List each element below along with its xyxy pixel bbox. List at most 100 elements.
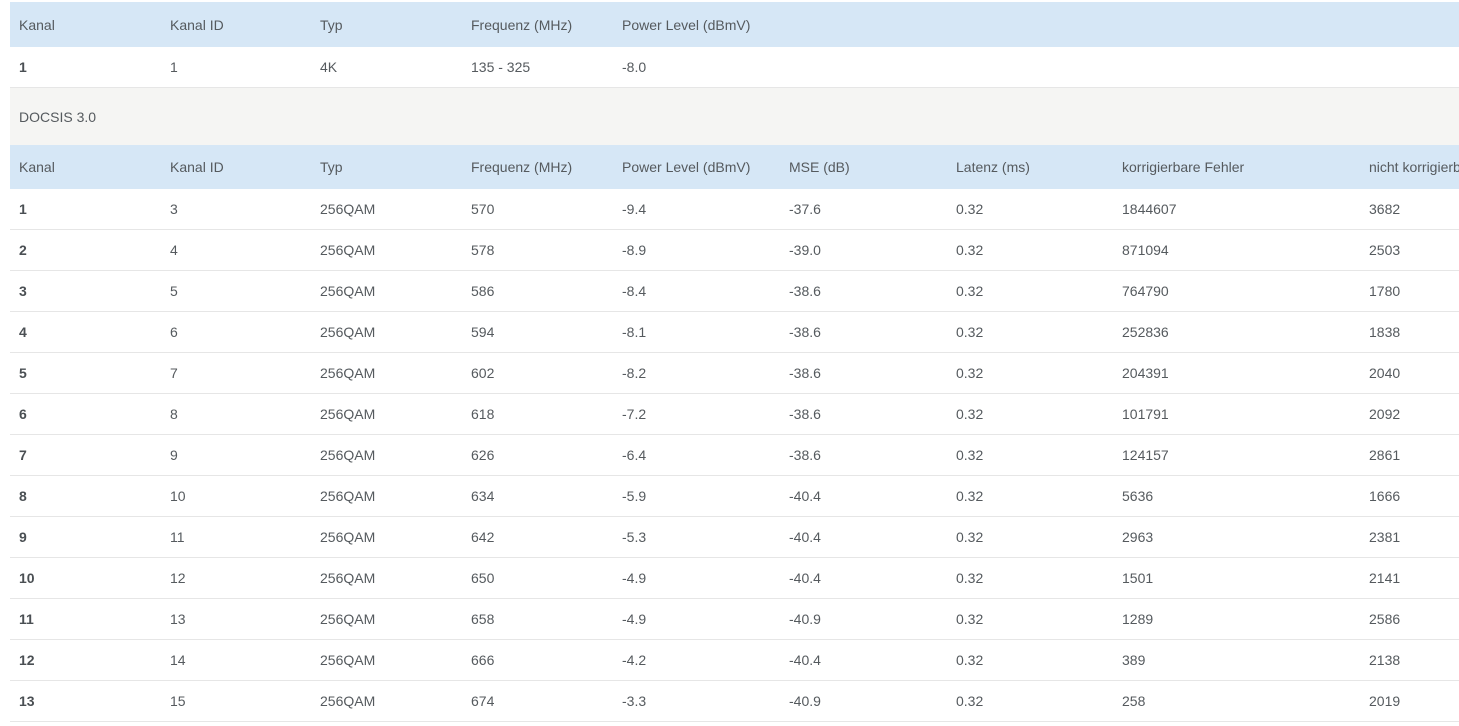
cell-kanal: 4 [19, 324, 27, 340]
table-row: 6 8 256QAM 618 -7.2 -38.6 0.32 101791 2092 [10, 394, 1459, 435]
cell-mse: -40.4 [789, 570, 821, 586]
cell-kanal: 13 [19, 693, 35, 709]
cell-typ: 256QAM [320, 570, 376, 586]
cell-latenz: 0.32 [956, 201, 984, 217]
cell-kanal-id: 6 [170, 324, 178, 340]
table-row: 7 9 256QAM 626 -6.4 -38.6 0.32 124157 2861 [10, 435, 1459, 476]
table-row: 4 6 256QAM 594 -8.1 -38.6 0.32 252836 1838 [10, 312, 1459, 353]
section-title: DOCSIS 3.0 [19, 108, 97, 125]
cell-nicht-korrigierbare-fehler: 2040 [1369, 365, 1401, 381]
cell-latenz: 0.32 [956, 365, 984, 381]
cell-kanal: 7 [19, 447, 27, 463]
cell-nicht-korrigierbare-fehler: 1666 [1369, 488, 1401, 504]
cell-nicht-korrigierbare-fehler: 2381 [1369, 529, 1401, 545]
cell-typ: 256QAM [320, 447, 376, 463]
cell-nicht-korrigierbare-fehler: 2138 [1369, 652, 1401, 668]
cell-power-level: -8.0 [622, 59, 647, 75]
cell-nicht-korrigierbare-fehler: 3682 [1369, 201, 1401, 217]
cell-typ: 256QAM [320, 693, 376, 709]
cell-mse: -38.6 [789, 447, 821, 463]
cell-korrigierbare-fehler: 389 [1122, 652, 1146, 668]
cell-power-level: -4.9 [622, 570, 647, 586]
cell-nicht-korrigierbare-fehler: 2861 [1369, 447, 1401, 463]
cell-power-level: -8.1 [622, 324, 647, 340]
cell-korrigierbare-fehler: 124157 [1122, 447, 1169, 463]
cell-korrigierbare-fehler: 1289 [1122, 611, 1154, 627]
cell-typ: 256QAM [320, 652, 376, 668]
cell-latenz: 0.32 [956, 242, 984, 258]
cell-typ: 256QAM [320, 529, 376, 545]
cell-mse: -40.4 [789, 529, 821, 545]
table-row: 3 5 256QAM 586 -8.4 -38.6 0.32 764790 1780 [10, 271, 1459, 312]
table-row: 13 15 256QAM 674 -3.3 -40.9 0.32 258 2019 [10, 681, 1459, 722]
cell-kanal: 8 [19, 488, 27, 504]
cell-frequenz: 666 [471, 652, 495, 668]
table-row: 2 4 256QAM 578 -8.9 -39.0 0.32 871094 2503 [10, 230, 1459, 271]
cell-power-level: -4.2 [622, 652, 647, 668]
header-kanal-id: Kanal ID [170, 159, 224, 175]
cell-nicht-korrigierbare-fehler: 2092 [1369, 406, 1401, 422]
cell-mse: -40.9 [789, 611, 821, 627]
cell-mse: -38.6 [789, 406, 821, 422]
cell-power-level: -9.4 [622, 201, 647, 217]
cell-typ: 256QAM [320, 201, 376, 217]
cell-frequenz: 135 - 325 [471, 59, 531, 75]
cell-kanal: 6 [19, 406, 27, 422]
table-header-row: Kanal Kanal ID Typ Frequenz (MHz) Power … [10, 145, 1459, 189]
cell-latenz: 0.32 [956, 570, 984, 586]
header-frequenz: Frequenz (MHz) [471, 159, 573, 175]
cell-korrigierbare-fehler: 1501 [1122, 570, 1154, 586]
cell-latenz: 0.32 [956, 488, 984, 504]
header-latenz: Latenz (ms) [956, 159, 1030, 175]
cell-kanal: 11 [19, 611, 34, 627]
cell-frequenz: 618 [471, 406, 495, 422]
header-power-level: Power Level (dBmV) [622, 159, 751, 175]
cell-mse: -40.4 [789, 488, 821, 504]
cell-korrigierbare-fehler: 258 [1122, 693, 1146, 709]
cell-power-level: -8.4 [622, 283, 647, 299]
cell-latenz: 0.32 [956, 406, 984, 422]
cell-kanal-id: 14 [170, 652, 186, 668]
cell-frequenz: 658 [471, 611, 495, 627]
header-typ: Typ [320, 16, 343, 33]
cell-typ: 4K [320, 59, 338, 75]
cell-mse: -37.6 [789, 201, 821, 217]
cell-typ: 256QAM [320, 242, 376, 258]
cell-frequenz: 626 [471, 447, 495, 463]
table-row: 1 1 4K 135 - 325 -8.0 [10, 47, 1459, 88]
cell-korrigierbare-fehler: 2963 [1122, 529, 1154, 545]
cell-latenz: 0.32 [956, 529, 984, 545]
cell-frequenz: 578 [471, 242, 495, 258]
cell-korrigierbare-fehler: 5636 [1122, 488, 1154, 504]
cell-kanal: 9 [19, 529, 27, 545]
cell-nicht-korrigierbare-fehler: 2586 [1369, 611, 1401, 627]
cell-korrigierbare-fehler: 252836 [1122, 324, 1169, 340]
cell-mse: -40.4 [789, 652, 821, 668]
cell-power-level: -5.3 [622, 529, 647, 545]
cell-power-level: -4.9 [622, 611, 647, 627]
cell-latenz: 0.32 [956, 324, 984, 340]
cell-nicht-korrigierbare-fehler: 2503 [1369, 242, 1401, 258]
cell-frequenz: 594 [471, 324, 495, 340]
cell-power-level: -8.9 [622, 242, 647, 258]
cell-kanal-id: 3 [170, 201, 178, 217]
cell-kanal-id: 15 [170, 693, 186, 709]
cell-frequenz: 634 [471, 488, 495, 504]
cell-typ: 256QAM [320, 365, 376, 381]
cell-typ: 256QAM [320, 283, 376, 299]
cell-typ: 256QAM [320, 611, 376, 627]
cell-power-level: -8.2 [622, 365, 647, 381]
cell-kanal-id: 9 [170, 447, 178, 463]
cell-typ: 256QAM [320, 406, 376, 422]
table-row: 9 11 256QAM 642 -5.3 -40.4 0.32 2963 2381 [10, 517, 1459, 558]
cell-latenz: 0.32 [956, 283, 984, 299]
header-kanal-id: Kanal ID [170, 16, 224, 33]
cell-power-level: -7.2 [622, 406, 647, 422]
cell-korrigierbare-fehler: 1844607 [1122, 201, 1177, 217]
cell-kanal-id: 11 [170, 529, 185, 545]
cell-latenz: 0.32 [956, 652, 984, 668]
cell-latenz: 0.32 [956, 447, 984, 463]
cell-power-level: -5.9 [622, 488, 647, 504]
cell-korrigierbare-fehler: 204391 [1122, 365, 1169, 381]
cell-korrigierbare-fehler: 871094 [1122, 242, 1169, 258]
